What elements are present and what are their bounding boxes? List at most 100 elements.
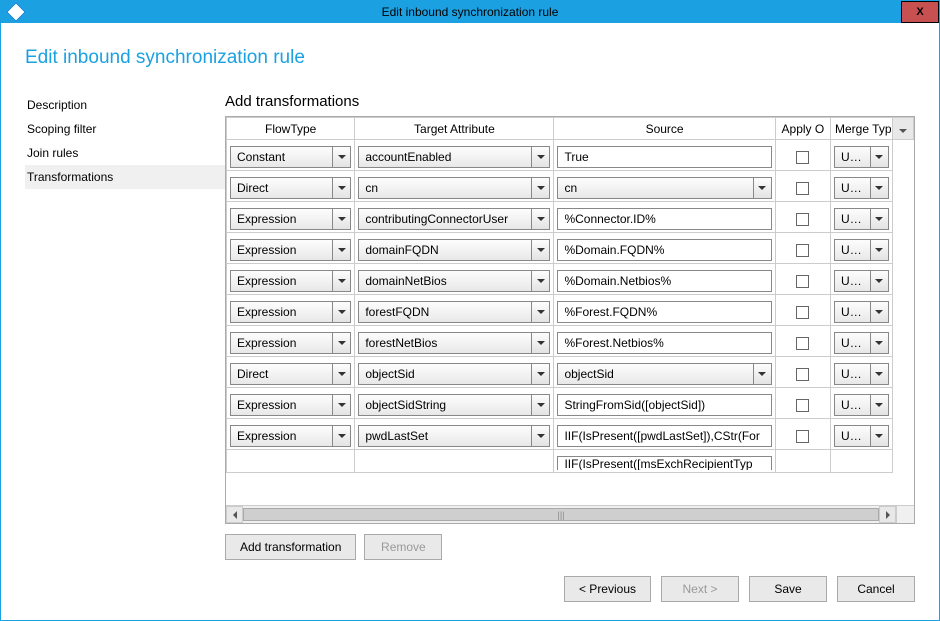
table-row[interactable]: ExpressionpwdLastSetIIF(IsPresent([pwdLa… bbox=[227, 419, 914, 450]
hscroll-thumb[interactable]: ||| bbox=[243, 508, 879, 521]
sidebar-item-join-rules[interactable]: Join rules bbox=[25, 141, 225, 165]
mergetype-combo[interactable]: Update bbox=[834, 239, 889, 261]
flowtype-combo[interactable]: Direct bbox=[230, 363, 351, 385]
apply-once-checkbox[interactable] bbox=[796, 213, 809, 226]
sidebar-item-description[interactable]: Description bbox=[25, 93, 225, 117]
flowtype-combo[interactable]: Expression bbox=[230, 239, 351, 261]
chevron-down-icon[interactable] bbox=[870, 209, 888, 229]
target-attribute-combo[interactable]: contributingConnectorUser bbox=[358, 208, 550, 230]
table-row[interactable]: Expression domainNetBios %Domain.Netbios% U… bbox=[227, 264, 914, 295]
chevron-down-icon[interactable] bbox=[332, 302, 350, 322]
close-button[interactable]: X bbox=[901, 1, 939, 23]
source-input[interactable]: %Forest.FQDN% bbox=[557, 301, 771, 323]
chevron-down-icon[interactable] bbox=[531, 147, 549, 167]
source-input[interactable]: %Forest.Netbios% bbox=[557, 332, 771, 354]
source-input[interactable]: StringFromSid([objectSid]) bbox=[557, 394, 771, 416]
chevron-down-icon[interactable] bbox=[332, 178, 350, 198]
table-row[interactable]: Direct objectSid objectSid Update bbox=[227, 357, 914, 388]
flowtype-combo[interactable]: Direct bbox=[230, 177, 351, 199]
chevron-down-icon[interactable] bbox=[332, 333, 350, 353]
chevron-down-icon[interactable] bbox=[531, 271, 549, 291]
mergetype-combo[interactable]: Update bbox=[834, 394, 889, 416]
apply-once-checkbox[interactable] bbox=[796, 182, 809, 195]
source-input[interactable]: True bbox=[557, 146, 771, 168]
chevron-down-icon[interactable] bbox=[870, 395, 888, 415]
target-attribute-combo[interactable]: domainFQDN bbox=[358, 239, 550, 261]
flowtype-combo[interactable]: Expression bbox=[230, 270, 351, 292]
source-input[interactable]: %Domain.FQDN% bbox=[557, 239, 771, 261]
chevron-down-icon[interactable] bbox=[531, 395, 549, 415]
chevron-down-icon[interactable] bbox=[870, 426, 888, 446]
mergetype-combo[interactable]: Update bbox=[834, 177, 889, 199]
target-attribute-combo[interactable]: domainNetBios bbox=[358, 270, 550, 292]
apply-once-checkbox[interactable] bbox=[796, 368, 809, 381]
chevron-down-icon[interactable] bbox=[332, 395, 350, 415]
chevron-down-icon[interactable] bbox=[870, 333, 888, 353]
table-row[interactable]: IIF(IsPresent([msExchRecipientTyp bbox=[227, 450, 914, 473]
mergetype-combo[interactable]: Update bbox=[834, 332, 889, 354]
source-input[interactable]: IIF(IsPresent([pwdLastSet]),CStr(For bbox=[557, 425, 771, 447]
col-header-applyonce[interactable]: Apply O bbox=[775, 118, 830, 140]
col-header-source[interactable]: Source bbox=[554, 118, 775, 140]
mergetype-combo[interactable]: Update bbox=[834, 425, 889, 447]
mergetype-combo[interactable]: Update bbox=[834, 270, 889, 292]
source-combo[interactable]: cn bbox=[557, 177, 771, 199]
apply-once-checkbox[interactable] bbox=[796, 151, 809, 164]
chevron-down-icon[interactable] bbox=[870, 364, 888, 384]
flowtype-combo[interactable]: Expression bbox=[230, 208, 351, 230]
flowtype-combo[interactable]: Expression bbox=[230, 394, 351, 416]
chevron-down-icon[interactable] bbox=[870, 240, 888, 260]
chevron-down-icon[interactable] bbox=[870, 271, 888, 291]
table-row[interactable]: ConstantaccountEnabledTrueUpdate bbox=[227, 140, 914, 171]
apply-once-checkbox[interactable] bbox=[796, 337, 809, 350]
chevron-down-icon[interactable] bbox=[332, 240, 350, 260]
source-input[interactable]: %Domain.Netbios% bbox=[557, 270, 771, 292]
chevron-down-icon[interactable] bbox=[753, 364, 771, 384]
mergetype-combo[interactable]: Update bbox=[834, 208, 889, 230]
flowtype-combo[interactable]: Expression bbox=[230, 301, 351, 323]
apply-once-checkbox[interactable] bbox=[796, 430, 809, 443]
cancel-button[interactable]: Cancel bbox=[837, 576, 915, 602]
chevron-down-icon[interactable] bbox=[332, 426, 350, 446]
col-header-flowtype[interactable]: FlowType bbox=[227, 118, 355, 140]
apply-once-checkbox[interactable] bbox=[796, 399, 809, 412]
flowtype-combo[interactable]: Constant bbox=[230, 146, 351, 168]
remove-button[interactable]: Remove bbox=[364, 534, 442, 560]
apply-once-checkbox[interactable] bbox=[796, 306, 809, 319]
chevron-down-icon[interactable] bbox=[870, 178, 888, 198]
chevron-down-icon[interactable] bbox=[531, 426, 549, 446]
apply-once-checkbox[interactable] bbox=[796, 275, 809, 288]
save-button[interactable]: Save bbox=[749, 576, 827, 602]
target-attribute-combo[interactable]: objectSid bbox=[358, 363, 550, 385]
table-row[interactable]: DirectcncnUpdate bbox=[227, 171, 914, 202]
col-header-mergetype[interactable]: Merge Type bbox=[831, 118, 893, 140]
sidebar-item-scoping-filter[interactable]: Scoping filter bbox=[25, 117, 225, 141]
chevron-down-icon[interactable] bbox=[531, 302, 549, 322]
scroll-left-button[interactable] bbox=[226, 506, 243, 523]
chevron-down-icon[interactable] bbox=[332, 209, 350, 229]
chevron-down-icon[interactable] bbox=[531, 333, 549, 353]
mergetype-combo[interactable]: Update bbox=[834, 301, 889, 323]
chevron-down-icon[interactable] bbox=[531, 364, 549, 384]
table-row[interactable]: ExpressionforestNetBios%Forest.Netbios%U… bbox=[227, 326, 914, 357]
sidebar-item-transformations[interactable]: Transformations bbox=[25, 165, 225, 189]
chevron-down-icon[interactable] bbox=[332, 271, 350, 291]
mergetype-combo[interactable]: Update bbox=[834, 146, 889, 168]
scroll-right-button[interactable] bbox=[879, 506, 896, 523]
chevron-down-icon[interactable] bbox=[332, 364, 350, 384]
table-row[interactable]: ExpressionforestFQDN%Forest.FQDN%Update bbox=[227, 295, 914, 326]
chevron-down-icon[interactable] bbox=[870, 302, 888, 322]
horizontal-scrollbar[interactable]: ||| bbox=[226, 505, 896, 523]
next-button[interactable]: Next > bbox=[661, 576, 739, 602]
chevron-down-icon[interactable] bbox=[332, 147, 350, 167]
chevron-down-icon[interactable] bbox=[531, 178, 549, 198]
col-header-target[interactable]: Target Attribute bbox=[355, 118, 554, 140]
target-attribute-combo[interactable]: objectSidString bbox=[358, 394, 550, 416]
chevron-down-icon[interactable] bbox=[531, 209, 549, 229]
mergetype-combo[interactable]: Update bbox=[834, 363, 889, 385]
source-combo[interactable]: objectSid bbox=[557, 363, 771, 385]
vertical-scrollbar[interactable] bbox=[893, 118, 913, 139]
table-row[interactable]: Expression contributingConnectorUser %Conn… bbox=[227, 202, 914, 233]
flowtype-combo[interactable]: Expression bbox=[230, 425, 351, 447]
source-input[interactable]: %Connector.ID% bbox=[557, 208, 771, 230]
